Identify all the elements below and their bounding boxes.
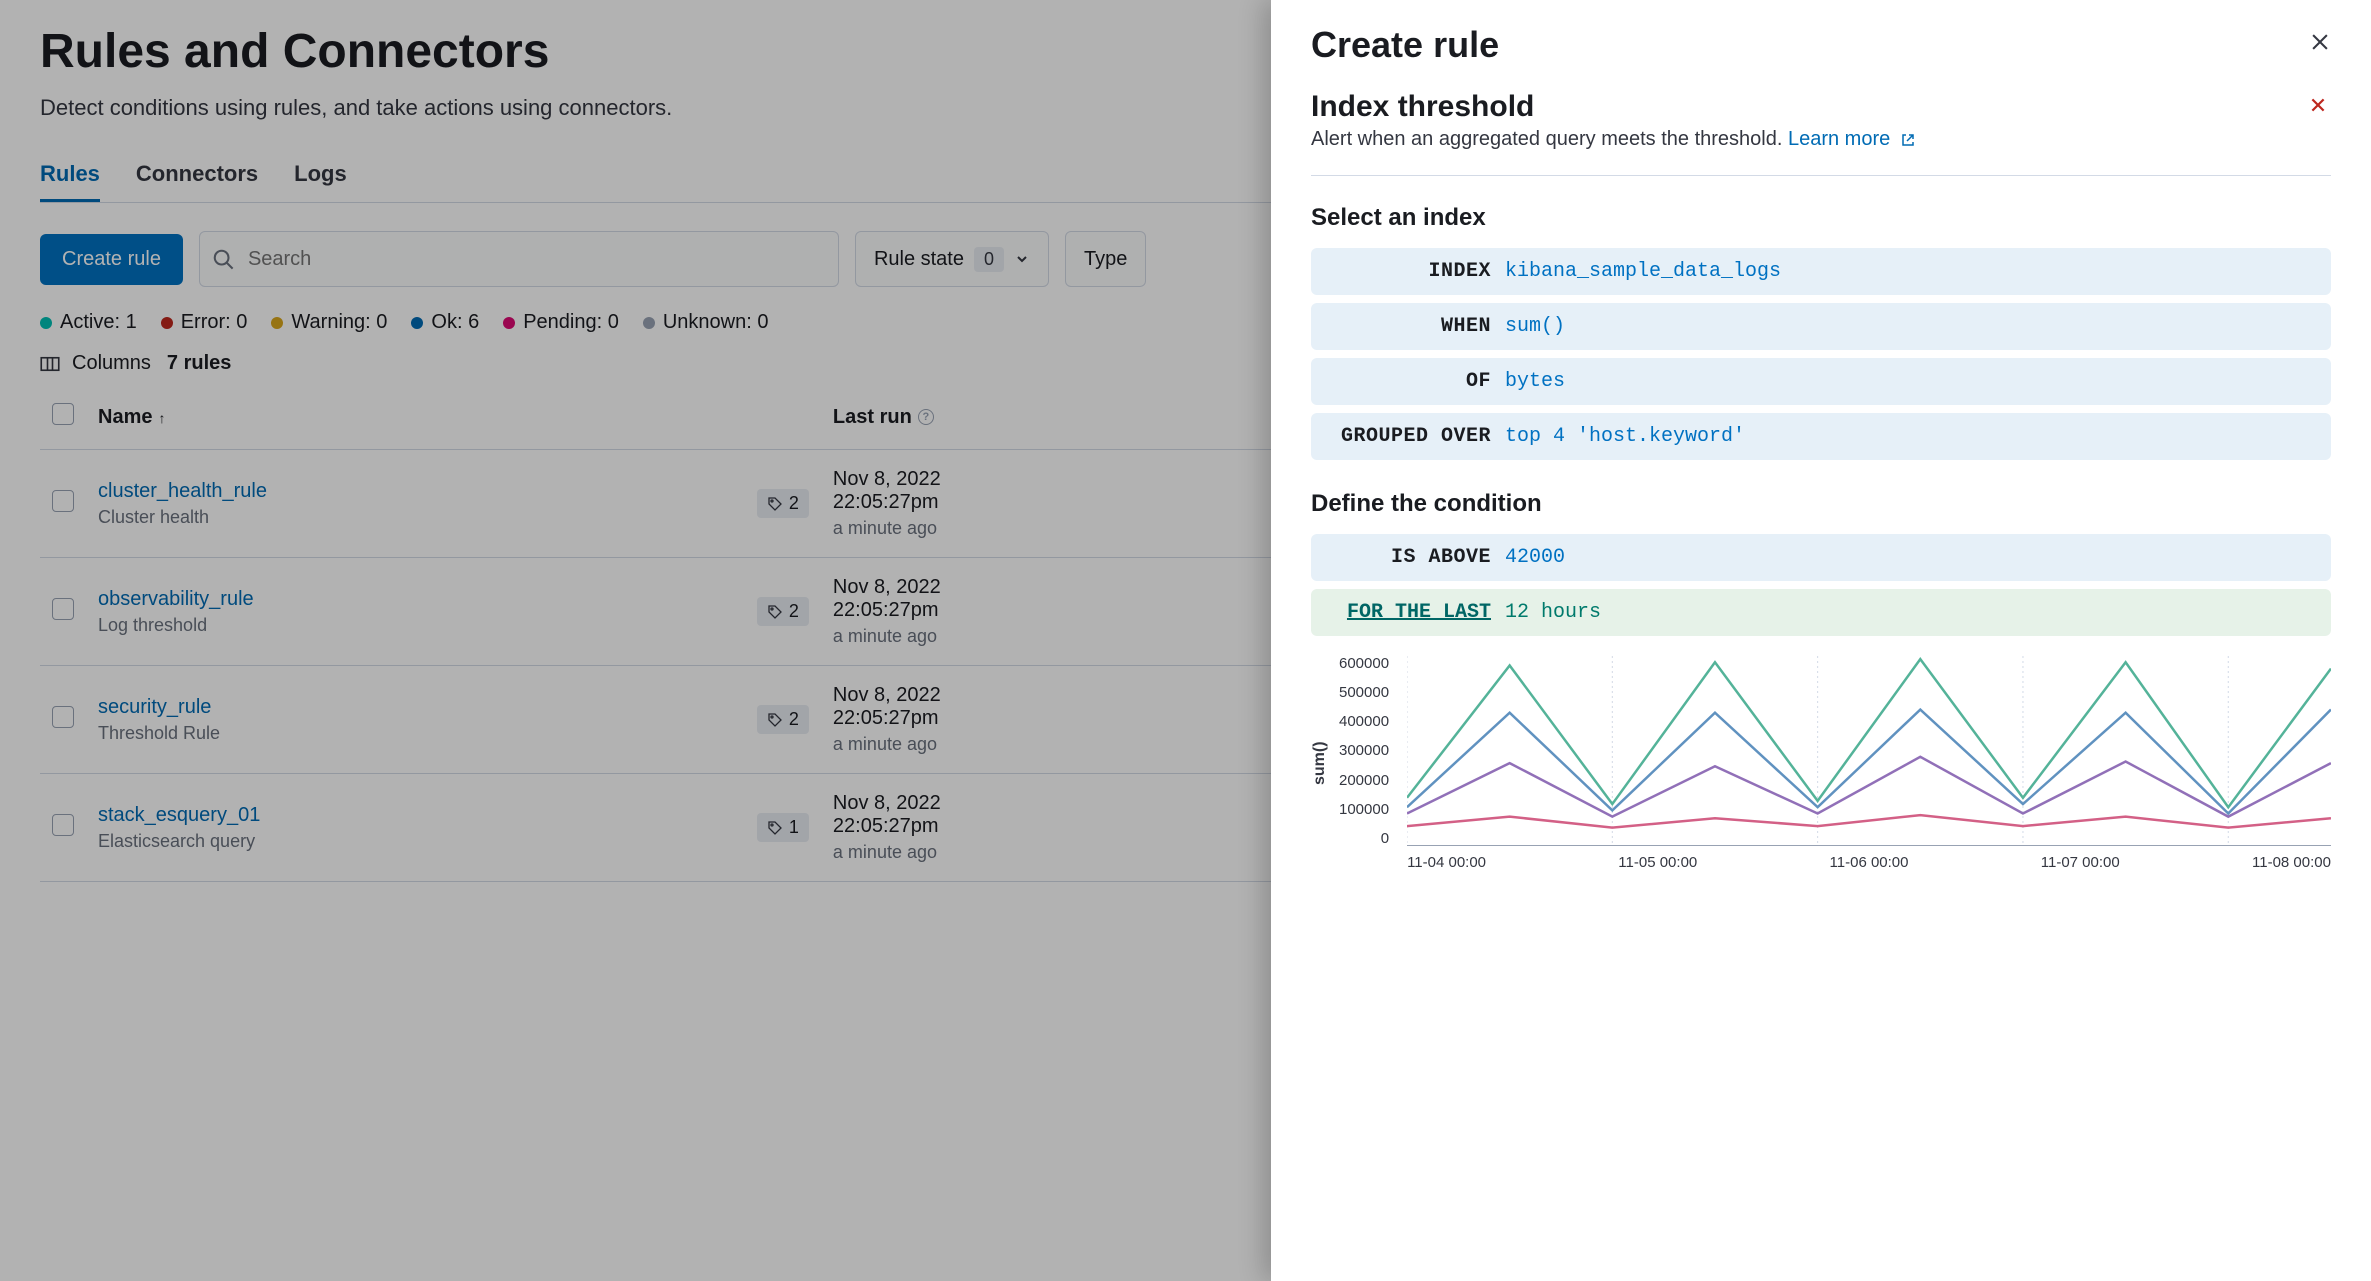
close-button[interactable] <box>2309 31 2331 59</box>
flyout-header: Create rule <box>1271 0 2371 90</box>
create-rule-flyout: Create rule Index threshold Alert when a… <box>1271 0 2371 1281</box>
rule-type-title: Index threshold <box>1311 90 1534 124</box>
define-condition-heading: Define the condition <box>1311 490 2331 518</box>
divider <box>1311 175 2331 176</box>
select-index-heading: Select an index <box>1311 204 2331 232</box>
external-link-icon <box>1900 132 1916 148</box>
for-the-last-label[interactable]: FOR THE LAST <box>1327 601 1505 624</box>
preview-chart: sum() 600000 500000 400000 300000 200000… <box>1311 656 2331 871</box>
close-icon <box>2309 31 2331 53</box>
grouped-over-row[interactable]: GROUPED OVER top 4 'host.keyword' <box>1311 413 2331 460</box>
is-above-row[interactable]: IS ABOVE 42000 <box>1311 534 2331 581</box>
remove-rule-type-button[interactable] <box>2305 90 2331 124</box>
close-icon <box>2309 96 2327 114</box>
flyout-body: Index threshold Alert when an aggregated… <box>1271 90 2371 1281</box>
when-row[interactable]: WHEN sum() <box>1311 303 2331 350</box>
chart-yticks: 600000 500000 400000 300000 200000 10000… <box>1339 656 1397 846</box>
chart-xticks: 11-04 00:00 11-05 00:00 11-06 00:00 11-0… <box>1407 854 2331 871</box>
rule-type-desc: Alert when an aggregated query meets the… <box>1311 128 2331 151</box>
chart-plot <box>1407 656 2331 846</box>
of-row[interactable]: OF bytes <box>1311 358 2331 405</box>
learn-more-link: Learn more <box>1788 128 1916 150</box>
for-the-last-row[interactable]: FOR THE LAST 12 hours <box>1311 589 2331 636</box>
flyout-title: Create rule <box>1311 24 1499 66</box>
index-row[interactable]: INDEX kibana_sample_data_logs <box>1311 248 2331 295</box>
chart-ylabel: sum() <box>1311 656 1329 871</box>
